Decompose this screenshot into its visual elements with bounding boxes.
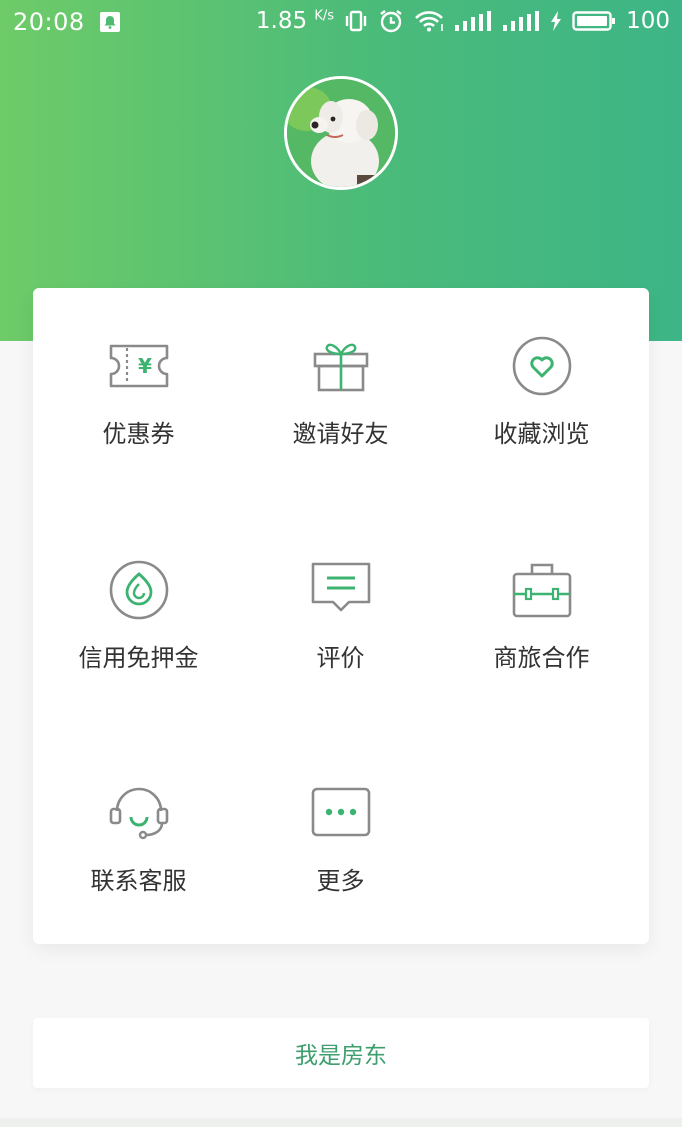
menu-label-invite-friends: 邀请好友 — [292, 420, 389, 448]
menu-item-reviews[interactable]: 评价 — [238, 512, 443, 672]
menu-item-contact-support[interactable]: 联系客服 — [36, 735, 241, 895]
signal-icon — [454, 11, 492, 31]
comment-icon — [309, 558, 373, 622]
charging-icon — [550, 11, 562, 31]
signal-icon — [502, 11, 540, 31]
notification-icon — [99, 11, 121, 33]
more-icon — [309, 781, 373, 845]
network-speed: 1.85 — [255, 8, 308, 34]
vibrate-icon — [344, 10, 368, 32]
status-time: 20:08 — [13, 8, 85, 36]
menu-item-credit-deposit-free[interactable]: 信用免押金 — [36, 512, 241, 672]
briefcase-icon — [510, 558, 574, 622]
menu-label-credit-deposit-free: 信用免押金 — [78, 644, 199, 672]
menu-label-contact-support: 联系客服 — [90, 867, 187, 895]
network-speed-unit: K/s — [314, 8, 335, 24]
menu-label-more: 更多 — [316, 867, 365, 895]
menu-item-invite-friends[interactable]: 邀请好友 — [238, 288, 443, 448]
battery-icon — [572, 10, 616, 32]
status-bar: 20:08 1.85 K/s 100 — [0, 0, 682, 44]
menu-label-favorites: 收藏浏览 — [493, 420, 590, 448]
service-menu-card: ¥ 优惠券 邀请好友 收藏浏览 信用免押金 评价 商旅合作 联系客服 更多 — [33, 288, 649, 944]
menu-label-coupon: 优惠券 — [102, 420, 175, 448]
headset-icon — [107, 781, 171, 845]
menu-item-more[interactable]: 更多 — [238, 735, 443, 895]
menu-item-coupon[interactable]: ¥ 优惠券 — [36, 288, 241, 448]
credit-leaf-icon — [107, 558, 171, 622]
svg-text:¥: ¥ — [138, 354, 152, 378]
battery-level: 100 — [626, 8, 670, 34]
menu-item-business-travel[interactable]: 商旅合作 — [439, 512, 644, 672]
bottom-divider — [0, 1118, 682, 1127]
heart-icon — [510, 334, 574, 398]
menu-item-favorites[interactable]: 收藏浏览 — [439, 288, 644, 448]
alarm-icon — [378, 9, 404, 33]
wifi-icon — [414, 10, 444, 32]
landlord-button[interactable]: 我是房东 — [33, 1018, 649, 1088]
menu-label-reviews: 评价 — [316, 644, 365, 672]
landlord-button-label: 我是房东 — [295, 1043, 387, 1069]
menu-label-business-travel: 商旅合作 — [493, 644, 590, 672]
gift-icon — [309, 334, 373, 398]
dog-avatar[interactable] — [284, 76, 398, 190]
my-account-screen: 20:08 1.85 K/s 100 ¥ 优惠券 邀请好友 收藏浏览 信用免押金… — [0, 0, 682, 1127]
coupon-icon: ¥ — [107, 334, 171, 398]
